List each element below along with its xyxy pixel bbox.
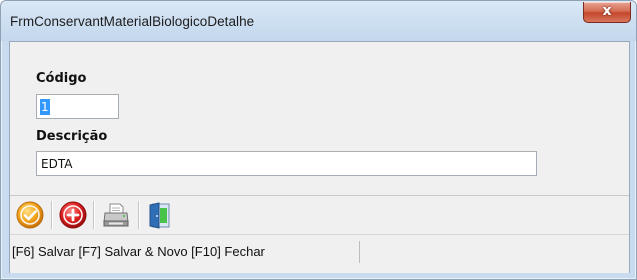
codigo-label: Código <box>36 71 87 86</box>
codigo-field[interactable]: 1 <box>36 94 119 119</box>
toolbar-separator <box>138 201 140 229</box>
descricao-value: EDTA <box>41 157 73 171</box>
title-bar[interactable]: FrmConservantMaterialBiologicoDetalhe x <box>1 1 636 41</box>
codigo-value: 1 <box>40 99 50 115</box>
close-icon: x <box>602 3 612 19</box>
exit-door-icon <box>149 202 170 229</box>
client-area: Código 1 Descrição EDTA [F6] Salvar [F7]… <box>9 41 630 273</box>
descricao-label: Descrição <box>36 129 108 144</box>
status-shortcuts-text: [F6] Salvar [F7] Salvar & Novo [F10] Fec… <box>10 241 360 263</box>
exit-button[interactable] <box>144 200 174 230</box>
status-bar: [F6] Salvar [F7] Salvar & Novo [F10] Fec… <box>10 234 629 273</box>
close-button[interactable]: x <box>583 2 631 23</box>
check-circle-icon <box>16 201 44 229</box>
save-button[interactable] <box>15 200 45 230</box>
window-title: FrmConservantMaterialBiologicoDetalhe <box>10 14 255 29</box>
add-circle-icon <box>59 201 87 229</box>
form-panel: Código 1 Descrição EDTA <box>10 42 629 196</box>
dialog-window: FrmConservantMaterialBiologicoDetalhe x … <box>0 0 637 280</box>
descricao-field[interactable]: EDTA <box>36 151 537 176</box>
toolbar-separator <box>51 201 53 229</box>
printer-icon <box>103 203 129 227</box>
save-and-new-button[interactable] <box>58 200 88 230</box>
toolbar-separator <box>93 201 95 229</box>
print-button[interactable] <box>101 200 131 230</box>
toolbar <box>10 196 629 234</box>
